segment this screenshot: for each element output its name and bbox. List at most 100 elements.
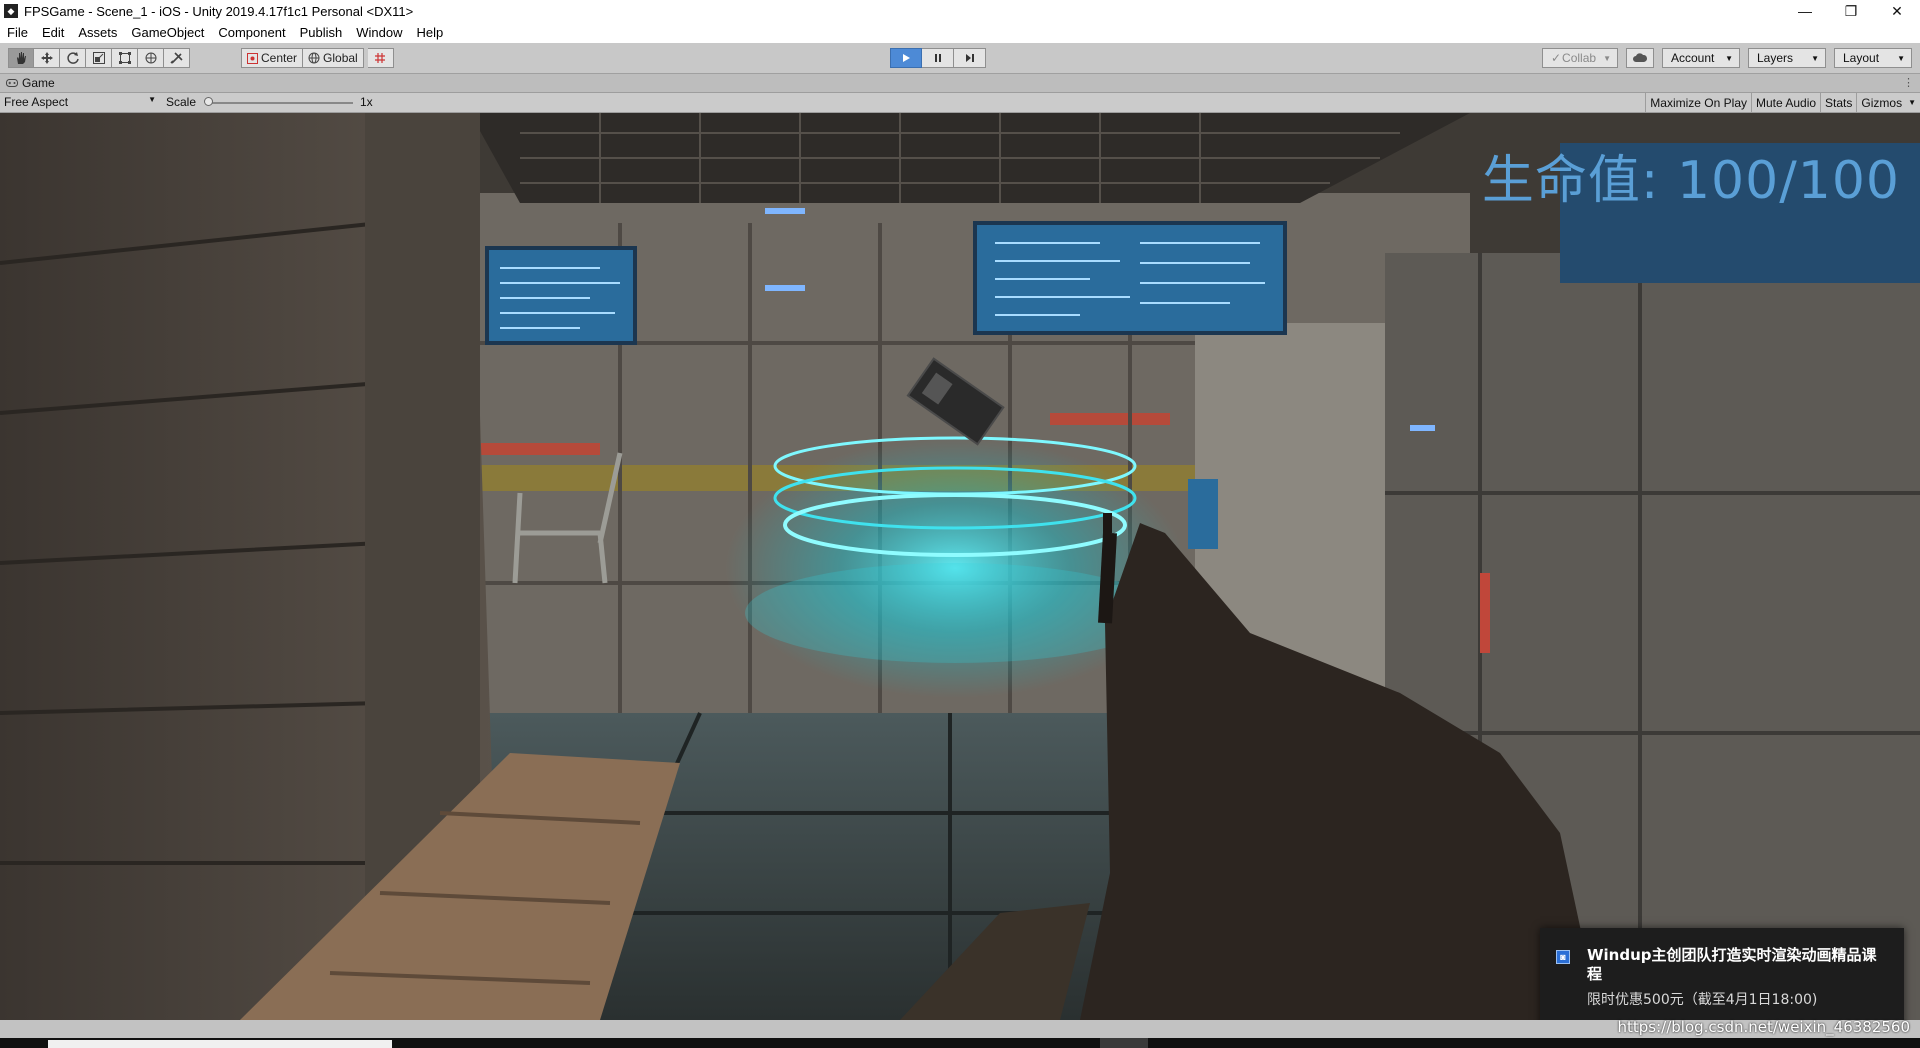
globe-icon (308, 52, 320, 64)
grid-snap-button[interactable] (367, 48, 394, 68)
rotate-tool-button[interactable] (60, 48, 86, 68)
account-dropdown[interactable]: Account ▼ (1662, 48, 1740, 68)
gizmos-label: Gizmos (1861, 95, 1903, 110)
game-control-bar: Free Aspect ▼ Scale 1x Maximize On Play … (0, 93, 1920, 113)
pause-icon (934, 54, 941, 62)
rifle-barrel (1098, 532, 1117, 624)
red-stripe-right (1050, 413, 1170, 425)
unity-icon: ◆ (4, 4, 18, 18)
cloud-button[interactable] (1626, 48, 1654, 68)
game-scene (0, 113, 1920, 1020)
menu-window[interactable]: Window (349, 25, 409, 40)
step-button[interactable] (954, 48, 986, 68)
menu-bar: File Edit Assets GameObject Component Pu… (0, 22, 1920, 43)
red-stripe-left (470, 443, 600, 455)
layers-dropdown[interactable]: Layers ▼ (1748, 48, 1826, 68)
hand-tool-button[interactable] (8, 48, 34, 68)
pivot-global-button[interactable]: Global (303, 48, 364, 68)
hud-health-text: 生命值: 100/100 (1481, 151, 1900, 211)
menu-publish[interactable]: Publish (293, 25, 350, 40)
menu-component[interactable]: Component (211, 25, 292, 40)
taskbar (0, 1038, 1920, 1048)
play-button[interactable] (890, 48, 922, 68)
menu-help[interactable]: Help (409, 25, 450, 40)
layout-dropdown[interactable]: Layout ▼ (1834, 48, 1912, 68)
window-controls: — ❐ ✕ (1782, 0, 1920, 22)
scale-slider-track[interactable] (208, 102, 353, 104)
gizmos-dropdown[interactable]: Gizmos ▼ (1856, 93, 1920, 112)
gamepad-icon (6, 79, 18, 87)
play-icon (903, 54, 910, 62)
pivot-label: Center (261, 51, 298, 65)
maximize-on-play-toggle[interactable]: Maximize On Play (1645, 93, 1751, 112)
game-view-toggles: Maximize On Play Mute Audio Stats Gizmos… (1645, 93, 1920, 112)
mute-audio-toggle[interactable]: Mute Audio (1751, 93, 1820, 112)
menu-edit[interactable]: Edit (35, 25, 71, 40)
tab-menu-icon[interactable]: ⋮ (1903, 76, 1914, 89)
aspect-label: Free Aspect (4, 95, 69, 109)
game-tab-bar: Game ⋮ (0, 74, 1920, 93)
pivot-center-button[interactable]: Center (241, 48, 304, 68)
custom-tool-button[interactable] (164, 48, 190, 68)
title-bar: ◆ FPSGame - Scene_1 - iOS - Unity 2019.4… (0, 0, 1920, 22)
scale-slider-thumb[interactable] (204, 97, 213, 106)
collab-dropdown[interactable]: ✓ Collab ▼ (1542, 48, 1618, 68)
chevron-down-icon: ▼ (1897, 53, 1905, 63)
collab-label: Collab (1562, 51, 1597, 65)
step-icon (965, 54, 974, 62)
move-tool-button[interactable] (34, 48, 60, 68)
blue-light-2 (765, 285, 805, 291)
grid-snap-icon (375, 53, 386, 63)
menu-assets[interactable]: Assets (71, 25, 124, 40)
hand-tool-icon (17, 52, 26, 64)
cloud-icon (1633, 53, 1648, 62)
layout-label: Layout (1843, 51, 1880, 65)
chevron-down-icon: ▼ (1725, 53, 1733, 63)
toast-notification[interactable]: ◙ Windup主创团队打造实时渲染动画精品课程 限时优惠500元（截至4月1日… (1540, 928, 1904, 1028)
collab-check-icon: ✓ (1551, 51, 1562, 65)
red-light-right (1480, 573, 1490, 653)
game-tab[interactable]: Game (6, 76, 55, 90)
scale-tool-button[interactable] (86, 48, 112, 68)
layers-label: Layers (1757, 51, 1794, 65)
menu-file[interactable]: File (0, 25, 35, 40)
pivot-tools: Center Global (241, 48, 394, 68)
restore-icon: ❐ (1844, 2, 1858, 19)
monitor-side (1188, 479, 1218, 549)
scale-label: Scale (166, 95, 197, 109)
aspect-dropdown[interactable]: Free Aspect ▼ (4, 95, 156, 109)
game-viewport[interactable]: 生命值: 100/100 (0, 113, 1920, 1020)
rect-tool-icon (118, 52, 131, 64)
right-toolbar: ✓ Collab ▼ Account ▼ Layers ▼ Layout ▼ (1542, 48, 1912, 68)
move-tool-icon (40, 52, 53, 64)
minimize-icon: — (1798, 3, 1812, 19)
playback-controls (890, 48, 986, 68)
transform-tool-button[interactable] (138, 48, 164, 68)
pause-button[interactable] (922, 48, 954, 68)
chevron-down-icon: ▼ (1811, 53, 1819, 63)
rifle-front-sight (1103, 513, 1112, 533)
notification-title: Windup主创团队打造实时渲染动画精品课程 (1587, 946, 1877, 983)
blue-light-1 (765, 208, 805, 214)
blue-light-3 (1410, 425, 1435, 431)
close-icon: ✕ (1891, 2, 1903, 19)
game-tab-label: Game (22, 76, 55, 90)
account-label: Account (1671, 51, 1715, 65)
close-button[interactable]: ✕ (1874, 0, 1920, 22)
pivot-icon (247, 52, 258, 64)
stats-toggle[interactable]: Stats (1820, 93, 1856, 112)
chevron-down-icon: ▼ (1603, 53, 1611, 63)
menu-gameobject[interactable]: GameObject (124, 25, 211, 40)
space-label: Global (323, 51, 358, 65)
minimize-button[interactable]: — (1782, 0, 1828, 22)
taskbar-active-app[interactable] (1100, 1038, 1148, 1048)
scale-value: 1x (360, 95, 373, 109)
chevron-down-icon: ▼ (148, 95, 156, 104)
window-title: FPSGame - Scene_1 - iOS - Unity 2019.4.1… (24, 3, 414, 19)
restore-button[interactable]: ❐ (1828, 0, 1874, 22)
rect-tool-button[interactable] (112, 48, 138, 68)
taskbar-search-box[interactable] (48, 1040, 392, 1048)
transform-tools (8, 48, 190, 68)
transform-tool-icon (145, 52, 156, 64)
watermark-url: https://blog.csdn.net/weixin_46382560 (1617, 1018, 1910, 1036)
